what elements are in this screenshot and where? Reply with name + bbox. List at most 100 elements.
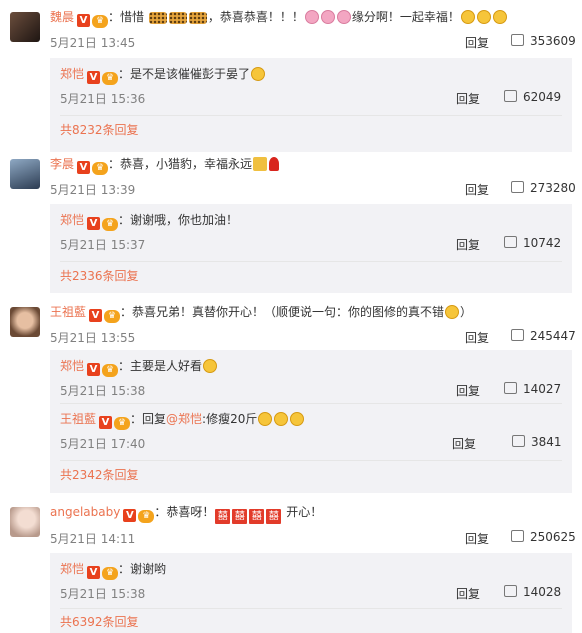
reply-item: 王祖藍 V ♛ ：回复@郑恺:修瘦20斤 5月21日 17:40 回复 3841 — [50, 403, 572, 456]
thumb-up-icon — [511, 181, 524, 193]
verified-badge-icon: V — [77, 14, 91, 27]
verified-badge-icon: V — [87, 217, 101, 230]
like-button[interactable]: 62049 — [504, 90, 561, 104]
thumb-up-icon — [511, 34, 524, 46]
reply-text: ：谢谢哟 — [118, 562, 167, 576]
timestamp: 5月21日 15:38 — [60, 587, 146, 601]
mention-link[interactable]: @郑恺 — [166, 412, 202, 426]
verified-badge-icon: V — [77, 161, 91, 174]
smile-emoji-icon — [476, 10, 491, 24]
divider — [60, 608, 562, 609]
avatar[interactable] — [10, 507, 40, 537]
view-all-replies-link[interactable]: 共6392条回复 — [60, 613, 139, 630]
username[interactable]: 王祖藍 — [50, 305, 86, 319]
vip-crown-icon: ♛ — [102, 364, 119, 377]
thumb-up-icon — [512, 435, 525, 447]
comment-body: 缘分啊！一起幸福！ — [351, 10, 460, 24]
vip-crown-icon: ♛ — [138, 510, 155, 523]
username[interactable]: 郑恺 — [60, 213, 84, 227]
like-button[interactable]: 10742 — [504, 236, 561, 250]
reply-button[interactable]: 回复 — [465, 329, 489, 346]
avatar[interactable] — [10, 307, 40, 337]
timestamp: 5月21日 13:55 — [50, 331, 136, 345]
grin-emoji-icon — [445, 305, 460, 319]
like-button[interactable]: 14027 — [504, 382, 561, 396]
comment-body: ：恭喜，小猎豹，幸福永远 — [108, 157, 253, 171]
reply-item: 郑恺 V ♛ ：主要是人好看 5月21日 15:38 回复 14027 — [50, 350, 572, 403]
reply-text: ：是不是该催催彭于晏了 — [118, 67, 251, 81]
smile-emoji-icon — [460, 10, 475, 24]
heart-balloon-icon — [320, 10, 335, 24]
thumb-up-icon — [504, 382, 517, 394]
username[interactable]: 王祖藍 — [60, 412, 96, 426]
like-button[interactable]: 273280 — [511, 181, 576, 195]
comment-body: ：恭喜兄弟！真替你开心！（顺便说一句：你的图修的真不错 — [120, 305, 445, 319]
timestamp: 5月21日 15:36 — [60, 92, 146, 106]
view-all-replies-link[interactable]: 共8232条回复 — [60, 121, 139, 138]
double-happiness-icon: 囍 — [249, 509, 265, 524]
divider — [60, 261, 562, 262]
timestamp: 5月21日 15:37 — [60, 238, 146, 252]
comment-text: 魏晨 V ♛ ：惜惜 ，恭喜恭喜！！！ 缘分啊！一起幸福！ — [50, 8, 582, 28]
laugh-cry-emoji-icon — [290, 412, 305, 426]
reply-button[interactable]: 回复 — [456, 382, 480, 399]
comment-body: ：惜惜 — [108, 10, 145, 24]
reply-button[interactable]: 回复 — [465, 530, 489, 547]
thumb-up-icon — [511, 530, 524, 542]
cheers-emoji-icon — [253, 157, 268, 171]
comment-body: ） — [460, 305, 473, 319]
like-count: 3841 — [531, 435, 562, 449]
comment-body: ：恭喜呀！ — [154, 505, 215, 519]
like-button[interactable]: 250625 — [511, 530, 576, 544]
timestamp: 5月21日 17:40 — [60, 437, 146, 451]
comment-body: 开心！ — [286, 505, 323, 519]
username[interactable]: 李晨 — [50, 157, 74, 171]
like-button[interactable]: 14028 — [504, 585, 561, 599]
like-count: 245447 — [530, 329, 576, 343]
grin-emoji-icon — [203, 359, 218, 373]
username[interactable]: 郑恺 — [60, 67, 84, 81]
view-all-replies-link[interactable]: 共2342条回复 — [60, 466, 139, 483]
vip-crown-icon: ♛ — [114, 417, 131, 430]
avatar[interactable] — [10, 12, 40, 42]
username[interactable]: 郑恺 — [60, 562, 84, 576]
like-button[interactable]: 353609 — [511, 34, 576, 48]
verified-badge-icon: V — [99, 416, 113, 429]
reply-button[interactable]: 回复 — [452, 435, 476, 452]
like-button[interactable]: 245447 — [511, 329, 576, 343]
avatar[interactable] — [10, 159, 40, 189]
username[interactable]: 郑恺 — [60, 359, 84, 373]
vip-crown-icon: ♛ — [92, 162, 109, 175]
like-count: 14028 — [523, 585, 562, 599]
reply-button[interactable]: 回复 — [456, 236, 480, 253]
username[interactable]: angelababy — [50, 505, 120, 519]
like-button[interactable]: 3841 — [512, 435, 562, 449]
verified-badge-icon: V — [89, 309, 103, 322]
reply-text: ：回复 — [130, 412, 167, 426]
reply-button[interactable]: 回复 — [465, 34, 489, 51]
rose-emoji-icon — [269, 157, 280, 171]
reply-item: 郑恺 V ♛ ：谢谢哦，你也加油！ 5月21日 15:37 回复 10742 — [50, 204, 572, 257]
like-count: 250625 — [530, 530, 576, 544]
verified-badge-icon: V — [123, 509, 137, 522]
timestamp: 5月21日 13:39 — [50, 183, 136, 197]
reply-button[interactable]: 回复 — [456, 90, 480, 107]
reply-list: 郑恺 V ♛ ：谢谢哦，你也加油！ 5月21日 15:37 回复 10742 共233… — [50, 204, 572, 293]
reply-list: 郑恺 V ♛ ：谢谢哟 5月21日 15:38 回复 14028 共6392条回复 — [50, 553, 572, 633]
like-count: 14027 — [523, 382, 562, 396]
reply-text: ：主要是人好看 — [118, 359, 203, 373]
comment-body: ，恭喜恭喜！！！ — [207, 10, 304, 24]
heart-balloon-icon — [336, 10, 351, 24]
vip-crown-icon: ♛ — [102, 218, 119, 231]
divider — [60, 115, 562, 116]
view-all-replies-link[interactable]: 共2336条回复 — [60, 267, 139, 284]
wink-emoji-icon — [251, 67, 266, 81]
reply-button[interactable]: 回复 — [465, 181, 489, 198]
double-happiness-icon: 囍 — [215, 509, 231, 524]
vip-crown-icon: ♛ — [104, 310, 121, 323]
double-happiness-icon: 囍 — [266, 509, 282, 524]
heart-balloon-icon — [304, 10, 319, 24]
username[interactable]: 魏晨 — [50, 10, 74, 24]
reply-button[interactable]: 回复 — [456, 585, 480, 602]
leopard-emoji-icon — [148, 12, 167, 24]
